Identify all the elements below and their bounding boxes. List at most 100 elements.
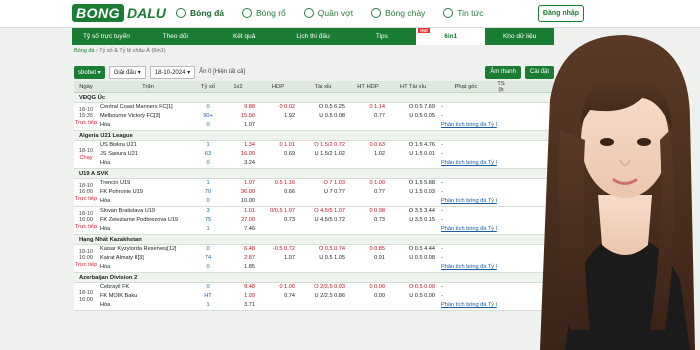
score-value[interactable]: 74 bbox=[205, 254, 211, 263]
team-away[interactable]: JS Saoura U21 bbox=[100, 150, 198, 159]
odds-ht-hdp-value[interactable]: 0 0.98 bbox=[369, 207, 385, 216]
odds-ht-over-under-value[interactable]: O 3.5 3.44 bbox=[409, 207, 435, 216]
match-row[interactable]: 18-10 15:35 Trực tiếp Central Coast Mariner… bbox=[74, 103, 554, 131]
odds-1x2-value[interactable]: 1.85 bbox=[244, 263, 255, 272]
odds-hdp-value[interactable]: 0.73 bbox=[284, 216, 295, 225]
odds-ht-hdp-value[interactable]: 0 0.63 bbox=[369, 141, 385, 150]
odds-over-under-value[interactable]: O 2/2.5 0.93 bbox=[314, 283, 345, 292]
match-row[interactable]: 18-10 16:00 Trực tiếp Kaisar Kyzylorda Rese… bbox=[74, 245, 554, 273]
match-row[interactable]: 18-10 16:00 Trực tiếp Slovan Bratislava U19… bbox=[74, 207, 554, 235]
score-value[interactable]: 3 bbox=[206, 207, 209, 216]
odds-1x2-value[interactable]: 2.87 bbox=[244, 254, 255, 263]
score-value[interactable]: 1 bbox=[206, 225, 209, 234]
odds-ht-over-under-value[interactable]: O 1.5 4.76 bbox=[409, 141, 435, 150]
odds-over-under-value[interactable]: O 0.5 6.25 bbox=[319, 103, 345, 112]
score-value[interactable]: 75 bbox=[205, 216, 211, 225]
odds-hdp-value[interactable]: -0.5 0.72 bbox=[273, 245, 295, 254]
score-value[interactable]: 0 bbox=[206, 121, 209, 130]
odds-ht-hdp-value[interactable]: 0.00 bbox=[374, 292, 385, 301]
match-row[interactable]: 18-10 Chạy US Biskra U21 JS Saoura U21 Hòa 1 6… bbox=[74, 141, 554, 169]
odds-ht-over-under-value[interactable]: U 1.5 0.01 bbox=[409, 150, 435, 159]
analysis-link[interactable]: Phân tích bóng đá Tỷ l bbox=[441, 225, 497, 234]
league-select[interactable]: Giải đấu ▾ bbox=[108, 65, 146, 79]
score-value[interactable]: 63 bbox=[205, 150, 211, 159]
odds-ht-over-under-value[interactable]: U 0.5 0.00 bbox=[409, 292, 435, 301]
odds-over-under-value[interactable]: U 4.5/5 0.72 bbox=[315, 216, 345, 225]
odds-ht-over-under-value[interactable]: U 0.5 0.05 bbox=[409, 112, 435, 121]
odds-1x2-value[interactable]: 3.71 bbox=[244, 301, 255, 310]
main-nav-item[interactable]: Quần vợt bbox=[303, 8, 353, 18]
sub-nav-tab[interactable]: Theo dõi bbox=[141, 28, 210, 45]
score-value[interactable]: 0 bbox=[206, 263, 209, 272]
team-away[interactable]: Kairat Almaty II[3] bbox=[100, 254, 198, 263]
odds-1x2-value[interactable]: 7.46 bbox=[244, 225, 255, 234]
odds-1x2-value[interactable]: 27.00 bbox=[241, 216, 255, 225]
league-header[interactable]: Azerbaijan Division 2 bbox=[74, 273, 554, 283]
odds-hdp-value[interactable]: 1.92 bbox=[284, 112, 295, 121]
score-value[interactable]: 0 bbox=[206, 283, 209, 292]
odds-ht-over-under-value[interactable]: O 0.5 4.44 bbox=[409, 245, 435, 254]
odds-ht-hdp-value[interactable]: 1.02 bbox=[374, 150, 385, 159]
odds-ht-over-under-value[interactable]: O 1.5 5.88 bbox=[409, 179, 435, 188]
sub-nav-tab[interactable]: Tips bbox=[347, 28, 416, 45]
sub-nav-tab[interactable]: Hot 6in1 bbox=[416, 28, 486, 45]
score-value[interactable]: 1 bbox=[206, 179, 209, 188]
odds-1x2-value[interactable]: 9.48 bbox=[244, 283, 255, 292]
team-draw[interactable]: Hòa bbox=[100, 121, 198, 130]
sub-nav-tab[interactable]: Lịch thi đấu bbox=[279, 28, 348, 45]
odds-1x2-value[interactable]: 16.00 bbox=[241, 150, 255, 159]
date-select[interactable]: 18-10-2024 ▾ bbox=[149, 65, 196, 79]
sound-toggle[interactable]: Âm thanh bbox=[485, 65, 521, 79]
odds-ht-over-under-value[interactable]: O 0.5 7.69 bbox=[409, 103, 435, 112]
odds-1x2-value[interactable]: 10.00 bbox=[241, 197, 255, 206]
odds-1x2-value[interactable]: 1.07 bbox=[244, 121, 255, 130]
odds-ht-over-under-value[interactable]: U 1.5 0.03 bbox=[409, 188, 435, 197]
team-away[interactable]: FK MOIK Baku bbox=[100, 292, 198, 301]
odds-1x2-value[interactable]: 1.09 bbox=[244, 292, 255, 301]
team-home[interactable]: Central Coast Mariners FC[1] bbox=[100, 103, 198, 112]
odds-ht-hdp-value[interactable]: 0.91 bbox=[374, 254, 385, 263]
odds-over-under-value[interactable]: O 0.5 0.74 bbox=[319, 245, 345, 254]
odds-hdp-value[interactable]: 0/0.5 1.07 bbox=[270, 207, 295, 216]
score-value[interactable]: 0 bbox=[206, 159, 209, 168]
odds-1x2-value[interactable]: 9.88 bbox=[244, 103, 255, 112]
odds-ht-hdp-value[interactable]: 0.77 bbox=[374, 112, 385, 121]
team-away[interactable]: FK Pohronie U19 bbox=[100, 188, 198, 197]
score-value[interactable]: 0 bbox=[206, 245, 209, 254]
bookmaker-select[interactable]: sbobet ▾ bbox=[74, 65, 105, 79]
team-draw[interactable]: Hòa bbox=[100, 159, 198, 168]
score-value[interactable]: 0 bbox=[206, 197, 209, 206]
analysis-link[interactable]: Phân tích bóng đá Tỷ l bbox=[441, 301, 497, 310]
score-value[interactable]: 0 bbox=[206, 103, 209, 112]
odds-1x2-value[interactable]: 1.07 bbox=[244, 179, 255, 188]
team-home[interactable]: Cebrayil FK bbox=[100, 283, 198, 292]
odds-hdp-value[interactable]: 1.07 bbox=[284, 254, 295, 263]
breadcrumb-home[interactable]: Bóng đá bbox=[74, 48, 95, 54]
team-away[interactable]: Melbourne Victory FC[3] bbox=[100, 112, 198, 121]
odds-over-under-value[interactable]: U 2/2.5 0.86 bbox=[315, 292, 345, 301]
team-home[interactable]: US Biskra U21 bbox=[100, 141, 198, 150]
team-home[interactable]: Slovan Bratislava U19 bbox=[100, 207, 198, 216]
odds-over-under-value[interactable]: U 1.5/2 1.02 bbox=[315, 150, 345, 159]
odds-ht-hdp-value[interactable]: 0.73 bbox=[374, 216, 385, 225]
odds-ht-hdp-value[interactable]: 0 0.85 bbox=[369, 245, 385, 254]
league-header[interactable]: Hạng Nhất Kazakhstan bbox=[74, 235, 554, 245]
odds-hdp-value[interactable]: 0.66 bbox=[284, 188, 295, 197]
team-home[interactable]: Kaisar Kyzylorda Reserves[12] bbox=[100, 245, 198, 254]
team-away[interactable]: FK Zeleziarne Podbrezova U19 bbox=[100, 216, 198, 225]
odds-over-under-value[interactable]: O 1.5/2 0.72 bbox=[314, 141, 345, 150]
main-nav-item[interactable]: Bóng đá bbox=[176, 8, 224, 18]
sub-nav-tab[interactable]: Tỷ số trực tuyến bbox=[72, 28, 141, 45]
odds-1x2-value[interactable]: 36.00 bbox=[241, 188, 255, 197]
odds-over-under-value[interactable]: U 0.5 0.08 bbox=[319, 112, 345, 121]
league-header[interactable]: Algeria U21 League bbox=[74, 131, 554, 141]
league-header[interactable]: VĐQG Úc bbox=[74, 93, 554, 103]
score-value[interactable]: 1 bbox=[206, 301, 209, 310]
odds-over-under-value[interactable]: O 7 1.03 bbox=[324, 179, 345, 188]
odds-1x2-value[interactable]: 1.34 bbox=[244, 141, 255, 150]
main-nav-item[interactable]: Bóng rổ bbox=[242, 8, 286, 18]
odds-ht-hdp-value[interactable]: 0 1.00 bbox=[369, 179, 385, 188]
brand-logo[interactable]: BONG DALU bbox=[72, 3, 166, 23]
league-header[interactable]: U19 A SVK bbox=[74, 169, 554, 179]
analysis-link[interactable]: Phân tích bóng đá Tỷ l bbox=[441, 263, 497, 272]
